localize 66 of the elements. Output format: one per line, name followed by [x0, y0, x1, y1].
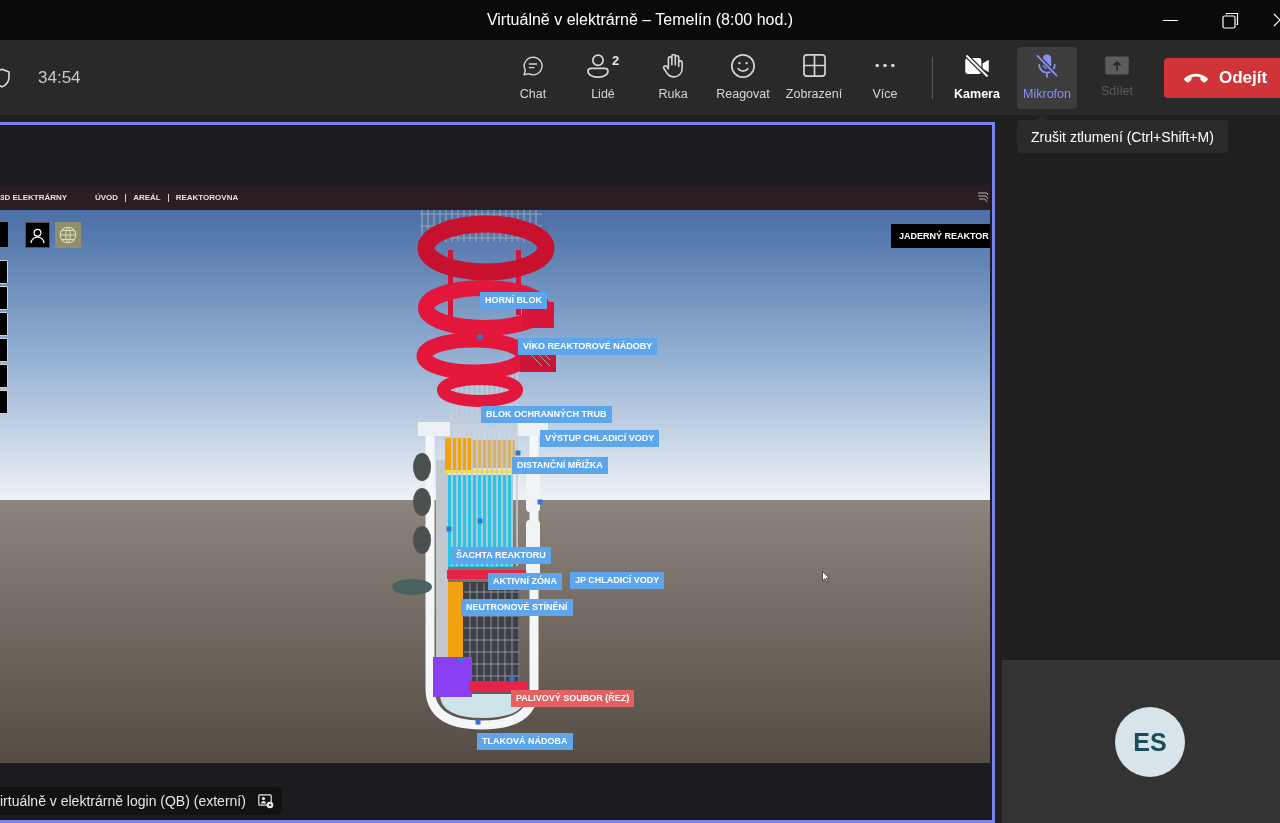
tool-button[interactable] — [0, 390, 8, 414]
nozzle — [413, 453, 431, 481]
marker-icon — [446, 526, 452, 532]
bottom-ring — [433, 657, 472, 697]
nav-link[interactable]: ÚVOD — [95, 192, 119, 203]
marker-icon — [477, 334, 483, 340]
part-label: AKTIVNÍ ZÓNA — [488, 573, 562, 590]
globe-icon — [59, 226, 77, 244]
nozzle — [413, 488, 431, 516]
vessel-flange — [418, 422, 450, 436]
camera-button[interactable]: Kamera — [947, 46, 1007, 109]
window-title: Virtuálně v elektrárně – Temelín (8:00 hod.) — [486, 10, 794, 30]
part-label: HORNÍ BLOK — [480, 292, 547, 309]
tooltip: Zrušit ztlumení (Ctrl+Shift+M) — [1017, 120, 1228, 153]
side-bracket — [526, 472, 540, 512]
tool-button[interactable] — [0, 312, 8, 336]
smiley-icon — [731, 53, 755, 78]
screen-gear-icon — [257, 793, 274, 809]
microphone-off-icon — [1035, 53, 1059, 78]
marker-icon — [477, 518, 483, 524]
part-label: PALIVOVÝ SOUBOR (ŘEZ) — [511, 690, 635, 707]
more-icon — [875, 63, 895, 68]
part-label: BLOK OCHRANNÝCH TRUB — [481, 406, 612, 423]
profile-button[interactable] — [25, 222, 50, 248]
microphone-button[interactable]: Mikrofon — [1017, 46, 1077, 109]
nav-link[interactable]: REAKTOROVNA — [175, 192, 239, 203]
person-icon — [586, 53, 609, 78]
tool-button[interactable] — [0, 260, 8, 284]
upper-insert — [445, 438, 515, 473]
grid-icon — [802, 54, 826, 77]
panel-title: JADERNÝ REAKTOR — [891, 224, 990, 248]
meeting-timer: 34:54 — [38, 67, 81, 88]
restore-icon — [1221, 11, 1239, 29]
part-label: TLAKOVÁ NÁDOBA — [477, 733, 573, 750]
view-button[interactable]: Zobrazení — [778, 46, 850, 109]
part-label: JP CHLADICÍ VODY — [570, 572, 665, 589]
raise-hand-button[interactable]: Ruka — [638, 46, 708, 109]
chat-button[interactable]: Chat — [498, 46, 568, 109]
presenter-name: irtuálně v elektrárně login (QB) (externí) — [0, 792, 246, 810]
leave-button[interactable]: Odejít — [1164, 57, 1280, 98]
app-title: 3D ELEKTRÁRNY — [0, 192, 69, 203]
hand-icon — [662, 53, 684, 78]
avatar: ES — [1115, 706, 1185, 777]
part-label: DISTANČNÍ MŘÍŽKA — [512, 457, 608, 474]
lines-icon — [977, 191, 989, 203]
more-button[interactable]: Více — [850, 46, 920, 109]
phone-icon — [1184, 72, 1208, 83]
nozzle — [413, 526, 431, 554]
part-label: VÝSTUP CHLADICÍ VODY — [540, 430, 660, 447]
pipe-flange — [392, 579, 432, 595]
video-camera-off-icon — [964, 53, 990, 78]
part-label: ŠACHTA REAKTORU — [451, 547, 551, 564]
react-button[interactable]: Reagovat — [708, 46, 778, 109]
cursor-icon — [822, 571, 830, 583]
nav-link[interactable]: AREÁL — [133, 192, 161, 203]
person-icon — [29, 226, 46, 244]
tool-button[interactable] — [0, 286, 8, 310]
bottom-band — [470, 681, 527, 692]
tool-button[interactable] — [0, 338, 8, 362]
part-label: VÍKO REAKTOROVÉ NÁDOBY — [518, 338, 658, 355]
share-icon — [1105, 56, 1129, 75]
people-button[interactable]: 2 Lidé — [568, 46, 638, 109]
marker-icon — [458, 657, 464, 663]
minimize-icon — [1162, 19, 1178, 21]
part-label: NEUTRONOVÉ STÍNĚNÍ — [461, 599, 573, 616]
tool-button[interactable] — [0, 364, 8, 388]
